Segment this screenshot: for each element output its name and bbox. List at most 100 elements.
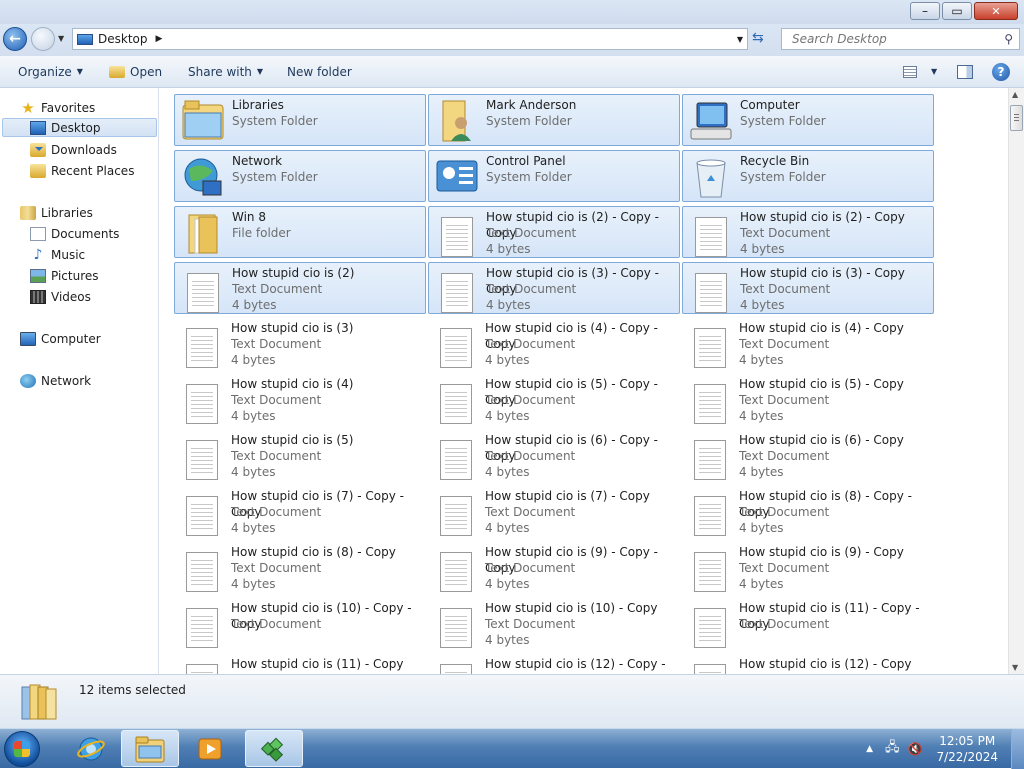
file-name: Control Panel bbox=[486, 154, 566, 168]
show-desktop-button[interactable] bbox=[1011, 729, 1024, 769]
history-dropdown-icon[interactable]: ▼ bbox=[58, 34, 64, 43]
file-tile[interactable]: Win 8 File folder bbox=[174, 206, 426, 258]
network-status-icon[interactable]: 🖧 bbox=[885, 738, 900, 760]
nav-item-music[interactable]: ♪ Music bbox=[30, 245, 86, 264]
scrollbar-thumb[interactable] bbox=[1010, 105, 1023, 131]
file-tile[interactable]: How stupid cio is (8) - Copy - Copy Text … bbox=[682, 486, 934, 538]
taskbar-explorer-button[interactable] bbox=[121, 730, 179, 767]
nav-network[interactable]: Network bbox=[20, 371, 91, 390]
file-tile[interactable]: How stupid cio is (9) - Copy Text Documen… bbox=[682, 542, 934, 594]
file-tile[interactable]: How stupid cio is (6) - Copy - Copy Text … bbox=[428, 430, 680, 482]
file-tile[interactable]: How stupid cio is (3) Text Document 4 byte… bbox=[174, 318, 426, 370]
file-tile[interactable]: How stupid cio is (9) - Copy - Copy Text … bbox=[428, 542, 680, 594]
forward-button[interactable] bbox=[31, 27, 55, 51]
file-tile[interactable]: How stupid cio is (10) - Copy - Copy Text… bbox=[174, 598, 426, 650]
system-tray: ▲ 🖧 🔇 12:05 PM 7/22/2024 bbox=[866, 729, 1012, 769]
file-tile[interactable]: How stupid cio is (2) - Copy - Copy Text … bbox=[428, 206, 680, 258]
file-tile[interactable]: How stupid cio is (4) - Copy - Copy Text … bbox=[428, 318, 680, 370]
volume-muted-icon[interactable]: 🔇 bbox=[908, 742, 923, 756]
file-tile[interactable]: How stupid cio is (8) - Copy Text Documen… bbox=[174, 542, 426, 594]
vertical-scrollbar[interactable]: ▲ ▼ bbox=[1008, 88, 1024, 674]
text-document-icon bbox=[434, 602, 478, 648]
taskbar: ▲ 🖧 🔇 12:05 PM 7/22/2024 bbox=[0, 728, 1024, 769]
file-tile[interactable]: How stupid cio is (4) Text Document 4 byte… bbox=[174, 374, 426, 426]
file-tile[interactable]: How stupid cio is (12) - Copy bbox=[682, 654, 934, 674]
network-icon bbox=[20, 373, 36, 388]
file-tile[interactable]: Network System Folder bbox=[174, 150, 426, 202]
file-tile[interactable]: How stupid cio is (10) - Copy Text Docume… bbox=[428, 598, 680, 650]
file-tile[interactable]: How stupid cio is (7) - Copy - Copy Text … bbox=[174, 486, 426, 538]
file-type: Text Document bbox=[486, 226, 577, 240]
file-tile[interactable]: How stupid cio is (5) Text Document 4 byte… bbox=[174, 430, 426, 482]
address-bar[interactable]: Desktop ▶ ▼ bbox=[72, 28, 748, 50]
text-document-icon bbox=[434, 658, 478, 674]
text-document-icon bbox=[688, 490, 732, 536]
file-tile[interactable]: How stupid cio is (6) - Copy Text Documen… bbox=[682, 430, 934, 482]
clock[interactable]: 12:05 PM 7/22/2024 bbox=[936, 733, 998, 765]
file-type: System Folder bbox=[232, 114, 318, 128]
minimize-button[interactable]: – bbox=[910, 2, 940, 20]
file-tile[interactable]: How stupid cio is (3) - Copy Text Documen… bbox=[682, 262, 934, 314]
file-tile[interactable]: How stupid cio is (11) - Copy bbox=[174, 654, 426, 674]
file-name: How stupid cio is (2) bbox=[232, 266, 355, 280]
file-type: Text Document bbox=[231, 393, 322, 407]
open-button[interactable]: Open bbox=[109, 56, 162, 87]
nav-item-documents[interactable]: Documents bbox=[30, 224, 119, 243]
file-tile[interactable]: How stupid cio is (5) - Copy - Copy Text … bbox=[428, 374, 680, 426]
breadcrumb-arrow-icon[interactable]: ▶ bbox=[156, 34, 163, 44]
search-icon[interactable]: ⚲ bbox=[1004, 32, 1013, 46]
nav-item-recent-places[interactable]: Recent Places bbox=[30, 161, 134, 180]
search-input[interactable] bbox=[790, 31, 1004, 47]
taskbar-app-button[interactable] bbox=[245, 730, 303, 767]
preview-pane-button[interactable] bbox=[957, 56, 973, 87]
nav-favorites[interactable]: ★ Favorites bbox=[20, 98, 95, 117]
file-tile[interactable]: How stupid cio is (7) - Copy Text Documen… bbox=[428, 486, 680, 538]
file-tile[interactable]: How stupid cio is (4) - Copy Text Documen… bbox=[682, 318, 934, 370]
start-button[interactable] bbox=[4, 731, 40, 767]
back-button[interactable]: ← bbox=[3, 27, 27, 51]
maximize-button[interactable]: ▭ bbox=[942, 2, 972, 20]
file-tile[interactable]: Libraries System Folder bbox=[174, 94, 426, 146]
text-document-icon bbox=[434, 322, 478, 368]
file-type: Text Document bbox=[740, 282, 831, 296]
file-tile[interactable]: How stupid cio is (2) - Copy Text Documen… bbox=[682, 206, 934, 258]
recent-places-icon bbox=[30, 163, 46, 178]
help-icon: ? bbox=[992, 62, 1010, 81]
nav-computer[interactable]: Computer bbox=[20, 329, 101, 348]
show-hidden-icons-icon[interactable]: ▲ bbox=[866, 744, 873, 754]
file-tile[interactable]: Computer System Folder bbox=[682, 94, 934, 146]
file-size: 4 bytes bbox=[485, 521, 530, 535]
text-document-icon bbox=[180, 434, 224, 480]
organize-button[interactable]: Organize ▼ bbox=[18, 56, 83, 87]
nav-libraries[interactable]: Libraries bbox=[20, 203, 93, 222]
address-dropdown-icon[interactable]: ▼ bbox=[737, 35, 743, 44]
file-tile[interactable]: Control Panel System Folder bbox=[428, 150, 680, 202]
scroll-down-icon[interactable]: ▼ bbox=[1012, 663, 1018, 672]
file-tile[interactable]: Recycle Bin System Folder bbox=[682, 150, 934, 202]
file-tile[interactable]: How stupid cio is (2) Text Document 4 byte… bbox=[174, 262, 426, 314]
file-tile[interactable]: How stupid cio is (5) - Copy Text Documen… bbox=[682, 374, 934, 426]
share-with-button[interactable]: Share with ▼ bbox=[188, 56, 263, 87]
help-button[interactable]: ? bbox=[992, 56, 1010, 87]
file-tile[interactable]: How stupid cio is (12) - Copy - Copy bbox=[428, 654, 680, 674]
file-type: File folder bbox=[232, 226, 291, 240]
file-tile[interactable]: How stupid cio is (11) - Copy - Copy Text… bbox=[682, 598, 934, 650]
change-view-button[interactable]: ▼ bbox=[903, 56, 937, 87]
nav-item-videos[interactable]: Videos bbox=[30, 287, 91, 306]
file-tile[interactable]: How stupid cio is (3) - Copy - Copy Text … bbox=[428, 262, 680, 314]
nav-item-downloads[interactable]: Downloads bbox=[30, 140, 117, 159]
new-folder-button[interactable]: New folder bbox=[287, 56, 352, 87]
scroll-up-icon[interactable]: ▲ bbox=[1012, 90, 1018, 99]
close-button[interactable]: ✕ bbox=[974, 2, 1018, 20]
file-tile[interactable]: Mark Anderson System Folder bbox=[428, 94, 680, 146]
back-arrow-icon: ← bbox=[9, 31, 21, 47]
nav-item-pictures[interactable]: Pictures bbox=[30, 266, 99, 285]
address-location[interactable]: Desktop bbox=[98, 32, 148, 46]
nav-item-desktop[interactable]: Desktop bbox=[2, 118, 157, 137]
taskbar-media-player-button[interactable] bbox=[181, 730, 239, 767]
taskbar-ie-button[interactable] bbox=[62, 730, 120, 767]
search-box[interactable]: ⚲ bbox=[781, 28, 1020, 50]
explorer-folder-icon bbox=[135, 736, 165, 762]
refresh-icon[interactable]: ⇆ bbox=[752, 30, 764, 46]
music-icon: ♪ bbox=[33, 246, 43, 263]
